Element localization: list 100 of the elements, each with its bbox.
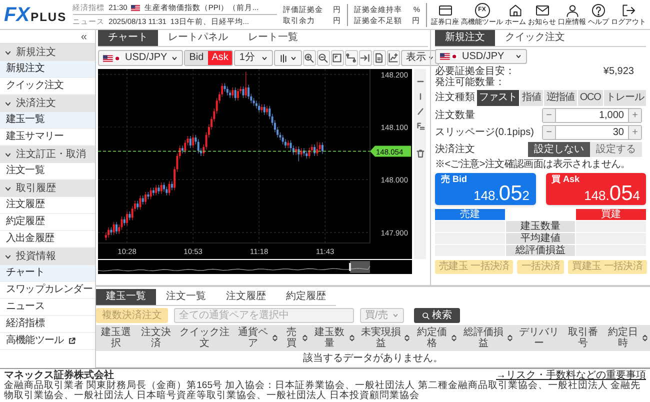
connector-button[interactable] (344, 50, 358, 66)
menu-group-header[interactable]: 取引履歴 (0, 180, 95, 197)
minus-button[interactable]: − (543, 109, 556, 122)
column-header[interactable]: デリバリー (514, 325, 564, 351)
stepper-field[interactable]: − 30 + (542, 125, 642, 140)
empty-message: 該当するデータがありません。 (96, 351, 650, 368)
column-header[interactable]: 通貨ペア (233, 325, 280, 351)
zoom-in-button[interactable] (302, 50, 316, 66)
column-header[interactable]: 建玉数量 (310, 325, 357, 351)
company-name: マネックス証券株式会社 (4, 370, 114, 381)
chevron-icon (4, 100, 12, 108)
registration-text: 金融商品取引業者 関東財務局長（金商）第165号 加入協会：日本証券業協会、一般社団法人 第二種金融商品取引業協会、一般社団法人 金融先物取引業協会、一般社団法人 日本暗号資産等取引業協会、一般社団法人 日本投資顧問業協会 (4, 381, 642, 401)
column-header[interactable]: 約定日時 (603, 325, 650, 351)
table-cell (576, 245, 646, 256)
mail-icon (534, 2, 550, 18)
caret-icon (290, 54, 297, 62)
pair-select[interactable]: USD/JPY (435, 49, 527, 64)
column-header[interactable]: 建玉選択 (96, 325, 136, 351)
menu-item[interactable]: 入出金履歴 (0, 231, 95, 248)
row-label: 建玉数量 (506, 221, 576, 232)
table-cell (435, 221, 505, 232)
column-header[interactable]: 取引番号 (563, 325, 604, 351)
document-icon (374, 53, 384, 63)
menu-item[interactable]: クイック注文 (0, 78, 95, 95)
order-tab[interactable]: 新規注文 (435, 30, 495, 46)
row-label: 平均建値 (506, 233, 576, 244)
menu-group-header[interactable]: 注文訂正・取消 (0, 146, 95, 163)
frame-icon (332, 53, 342, 63)
positions-tab[interactable]: 建玉一覧 (96, 289, 156, 305)
settle-toggle[interactable]: 設定する (590, 142, 642, 157)
order-type-tab[interactable]: トレール (604, 90, 646, 106)
menu-item[interactable]: チャート (0, 265, 95, 282)
trash-icon (416, 149, 424, 158)
menu-item[interactable]: 約定履歴 (0, 214, 95, 231)
menu-item[interactable]: 注文履歴 (0, 197, 95, 214)
table-cell (576, 221, 646, 232)
plus-button[interactable]: + (628, 126, 641, 139)
buy-button[interactable]: 買 Ask 148.054 (546, 173, 646, 205)
chart-type-select[interactable] (274, 50, 302, 66)
fibonacci-icon (416, 122, 424, 131)
document-button[interactable] (372, 50, 386, 66)
field-label: 必要証拠金目安： (435, 66, 516, 77)
order-type-tab[interactable]: 指値 (520, 90, 544, 106)
plus-button[interactable]: + (628, 109, 641, 122)
menu-group-header[interactable]: 決済注文 (0, 95, 95, 112)
connector-icon (346, 53, 356, 63)
risk-link[interactable]: →リスク・手数料などの重要事項 (496, 370, 646, 381)
table-cell (435, 233, 505, 244)
price-side-toggle[interactable]: Bid (185, 51, 208, 65)
order-type-tab[interactable]: OCO (578, 90, 604, 106)
zoom-out-button[interactable] (316, 50, 330, 66)
field-label: 決済注文 (435, 144, 476, 156)
menu-group-header[interactable]: 新規注文 (0, 44, 95, 61)
column-header[interactable]: 約定価格 (412, 325, 460, 351)
column-header[interactable]: 未実現損益 (356, 325, 412, 351)
collapse-button[interactable]: « (80, 30, 87, 42)
caret-icon (392, 312, 399, 319)
display-select[interactable]: 表示 (400, 50, 439, 66)
chevron-icon (4, 252, 12, 260)
price-side-toggle[interactable]: Ask (208, 51, 232, 65)
column-header: 売建 (435, 209, 505, 220)
column-header[interactable]: クイック注文 (176, 325, 234, 351)
chart-add-button[interactable] (386, 50, 400, 66)
chevron-icon (4, 184, 12, 192)
menu-item[interactable]: スワップカレンダー (0, 282, 95, 299)
chart-tab[interactable]: チャート (98, 30, 158, 46)
note-text: ※<ご注意>注文確認画面は表示されません。 (435, 159, 632, 171)
search-icon (422, 312, 430, 320)
menu-item[interactable]: 経済指標 (0, 316, 95, 333)
menu-item[interactable]: 注文一覧 (0, 163, 95, 180)
menu-group-header[interactable]: 投資情報 (0, 248, 95, 265)
arrow-to-end-button[interactable] (358, 50, 372, 66)
flags-icon (103, 54, 121, 62)
order-type-tab[interactable]: ファスト (477, 90, 519, 106)
order-type-tab[interactable]: 逆指値 (544, 90, 577, 106)
menu-item[interactable]: 新規注文 (0, 61, 95, 78)
sell-button[interactable]: 売 Bid 148.052 (435, 173, 536, 205)
field-value: ¥5,923 (603, 66, 634, 77)
column-header: 買建 (576, 209, 646, 220)
pair-select[interactable]: USD/JPY (98, 50, 184, 66)
logout-icon (621, 2, 636, 18)
arrow-to-end-icon (360, 53, 370, 63)
settle-toggle[interactable]: 設定しない (528, 142, 590, 157)
frame-button[interactable] (330, 50, 344, 66)
interval-select[interactable]: 1分 (234, 50, 273, 66)
table-cell (576, 233, 646, 244)
logo: FXPLUS (4, 4, 67, 26)
field-label: スリッページ(0.1pips) (435, 126, 535, 138)
column-header[interactable]: 注文決済 (136, 325, 176, 351)
pair-filter-field[interactable]: 全ての通貨ペアを選択中 (174, 308, 354, 323)
minus-button[interactable]: − (543, 126, 556, 139)
field-label: 発注可能数量： (435, 77, 506, 88)
column-header[interactable]: 売買 (280, 325, 310, 351)
chevron-icon (4, 150, 12, 158)
menu-item[interactable]: 建玉一覧 (0, 112, 95, 129)
search-button[interactable]: 検索 (414, 308, 460, 323)
stepper-field[interactable]: − 1,000 + (542, 108, 642, 123)
menu-item[interactable]: 高機能ツール (0, 333, 95, 350)
column-header[interactable]: 総評価損益 (459, 325, 515, 351)
menu-item[interactable]: 建玉サマリー (0, 129, 95, 146)
